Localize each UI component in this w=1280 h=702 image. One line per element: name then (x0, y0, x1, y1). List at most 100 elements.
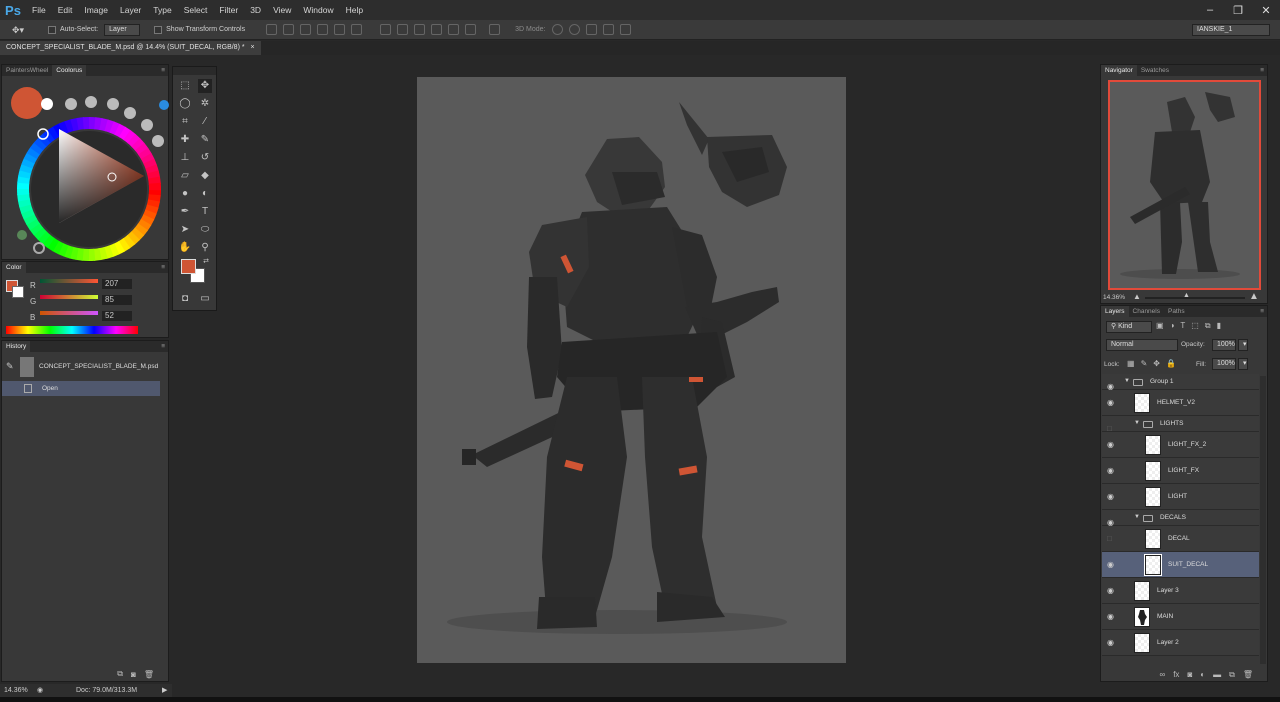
distribute-left-icon[interactable] (431, 24, 443, 35)
layer-row[interactable]: ◉ Layer 2 (1102, 630, 1259, 656)
layer-group[interactable]: ◉ ▼ DECALS (1102, 510, 1259, 527)
path-select-tool-icon[interactable]: ➤ (178, 223, 192, 237)
3d-roll-icon[interactable] (569, 24, 581, 35)
opacity-field[interactable]: 100% (1212, 339, 1236, 351)
layer-row[interactable]: ◉ LIGHT_FX_2 (1102, 432, 1259, 458)
lock-transparent-icon[interactable]: ▦ (1127, 359, 1135, 368)
navigator-zoom-slider[interactable] (1145, 297, 1245, 299)
brush-tool-icon[interactable]: ✎ (198, 133, 212, 147)
panel-menu-icon[interactable]: ≡ (1260, 67, 1264, 74)
restore-button[interactable]: ❐ (1224, 0, 1252, 20)
eye-icon[interactable]: ◉ (1107, 492, 1116, 501)
color-wheel[interactable] (2, 77, 170, 261)
3d-rotate-icon[interactable] (552, 24, 564, 35)
fill-dropdown-arrow[interactable]: ▾ (1238, 358, 1248, 370)
show-transform-checkbox[interactable] (154, 25, 163, 34)
align-vcenter-icon[interactable] (283, 24, 295, 35)
delete-layer-icon[interactable]: 🗑 (1243, 670, 1253, 679)
align-bottom-icon[interactable] (300, 24, 312, 35)
eye-icon[interactable]: ◉ (1107, 560, 1116, 569)
eye-icon[interactable]: ◉ (1107, 398, 1116, 407)
tab-channels[interactable]: Channels (1129, 306, 1164, 317)
screen-mode-icon[interactable]: ▭ (198, 292, 212, 306)
3d-slide-icon[interactable] (603, 24, 615, 35)
link-layers-icon[interactable]: ∞ (1160, 670, 1166, 679)
eye-icon[interactable]: ◉ (1107, 638, 1116, 647)
distribute-top-icon[interactable] (380, 24, 392, 35)
pixel-filter-icon[interactable]: ▣ (1156, 321, 1164, 331)
new-document-from-state-icon[interactable]: ⧉ (117, 669, 123, 679)
shape-filter-icon[interactable]: ⬚ (1191, 321, 1199, 331)
lock-pixels-icon[interactable]: ✎ (1141, 359, 1148, 368)
lock-position-icon[interactable]: ✥ (1153, 359, 1160, 368)
auto-select-dropdown[interactable]: Layer (104, 23, 141, 36)
menu-filter[interactable]: Filter (213, 0, 244, 20)
3d-scale-icon[interactable] (620, 24, 632, 35)
align-hcenter-icon[interactable] (334, 24, 346, 35)
bucket-tool-icon[interactable]: ◆ (198, 169, 212, 183)
r-value[interactable]: 207 (102, 279, 132, 289)
document-tab-close-icon[interactable]: × (251, 44, 255, 51)
layer-row[interactable]: ◉ LIGHT (1102, 484, 1259, 510)
menu-type[interactable]: Type (147, 0, 177, 20)
move-tool-icon[interactable]: ✥ (198, 79, 212, 93)
status-info-icon[interactable]: ◉ (37, 686, 43, 694)
status-zoom[interactable]: 14.36% (4, 687, 28, 694)
layer-group[interactable]: ◉ ▼ Group 1 (1102, 374, 1259, 391)
panel-menu-icon[interactable]: ≡ (161, 264, 165, 271)
minimize-button[interactable]: – (1196, 0, 1224, 20)
tab-coolorus[interactable]: Coolorus (52, 65, 87, 76)
distribute-vcenter-icon[interactable] (397, 24, 409, 35)
layer-filter-dropdown[interactable]: ⚲ Kind (1106, 321, 1152, 333)
zoom-slider-thumb-icon[interactable]: ▲ (1183, 292, 1190, 299)
history-snapshot[interactable]: ✎ CONCEPT_SPECIALIST_BLADE_M.psd (2, 355, 160, 379)
menu-view[interactable]: View (267, 0, 297, 20)
b-slider[interactable] (40, 311, 98, 315)
layer-row[interactable]: □ DECAL (1102, 526, 1259, 552)
layer-row[interactable]: ◉ Layer 3 (1102, 578, 1259, 604)
menu-file[interactable]: File (26, 0, 52, 20)
layer-row[interactable]: ◉ LIGHT_FX (1102, 458, 1259, 484)
tab-layers[interactable]: Layers (1101, 306, 1129, 317)
g-value[interactable]: 85 (102, 295, 132, 305)
eye-icon[interactable]: ◉ (1107, 466, 1116, 475)
3d-pan-icon[interactable] (586, 24, 598, 35)
layer-style-icon[interactable]: fx (1173, 670, 1179, 679)
menu-select[interactable]: Select (178, 0, 214, 20)
align-top-icon[interactable] (266, 24, 278, 35)
quick-mask-icon[interactable]: ◘ (178, 292, 192, 306)
layer-row[interactable]: ◉ HELMET_V2 (1102, 390, 1259, 416)
fill-field[interactable]: 100% (1212, 358, 1236, 370)
menu-image[interactable]: Image (78, 0, 114, 20)
lock-all-icon[interactable]: 🔒 (1166, 359, 1176, 368)
opacity-dropdown-arrow[interactable]: ▾ (1238, 339, 1248, 351)
lasso-tool-icon[interactable]: ◯ (178, 97, 192, 111)
distribute-bottom-icon[interactable] (414, 24, 426, 35)
menu-help[interactable]: Help (340, 0, 369, 20)
eye-icon[interactable]: ◉ (1107, 586, 1116, 595)
bg-color-swatch[interactable] (12, 286, 24, 298)
menu-3d[interactable]: 3D (244, 0, 267, 20)
trash-icon[interactable]: 🗑 (144, 670, 154, 679)
new-layer-icon[interactable]: ⧉ (1229, 670, 1235, 680)
camera-icon[interactable]: ◙ (131, 670, 136, 679)
eye-hidden-icon[interactable]: □ (1107, 534, 1116, 543)
stamp-tool-icon[interactable]: ⊥ (178, 151, 192, 165)
panel-menu-icon[interactable]: ≡ (1260, 308, 1264, 315)
zoom-out-icon[interactable]: ▲ (1133, 292, 1141, 301)
tab-navigator[interactable]: Navigator (1101, 65, 1137, 76)
distribute-hcenter-icon[interactable] (448, 24, 460, 35)
eraser-tool-icon[interactable]: ▱ (178, 169, 192, 183)
align-left-icon[interactable] (317, 24, 329, 35)
magic-wand-tool-icon[interactable]: ✲ (198, 97, 212, 111)
menu-edit[interactable]: Edit (52, 0, 79, 20)
type-filter-icon[interactable]: T (1180, 321, 1185, 331)
menu-layer[interactable]: Layer (114, 0, 147, 20)
close-button[interactable]: ✕ (1252, 0, 1280, 20)
marquee-tool-icon[interactable]: ⬚ (178, 79, 192, 93)
crop-tool-icon[interactable]: ⌗ (178, 115, 192, 129)
navigator-zoom-value[interactable]: 14.36% (1103, 294, 1125, 301)
zoom-tool-icon[interactable]: ⚲ (198, 241, 212, 255)
expand-triangle-icon[interactable]: ▼ (1134, 514, 1140, 520)
brush-source-icon[interactable]: ✎ (6, 361, 14, 372)
